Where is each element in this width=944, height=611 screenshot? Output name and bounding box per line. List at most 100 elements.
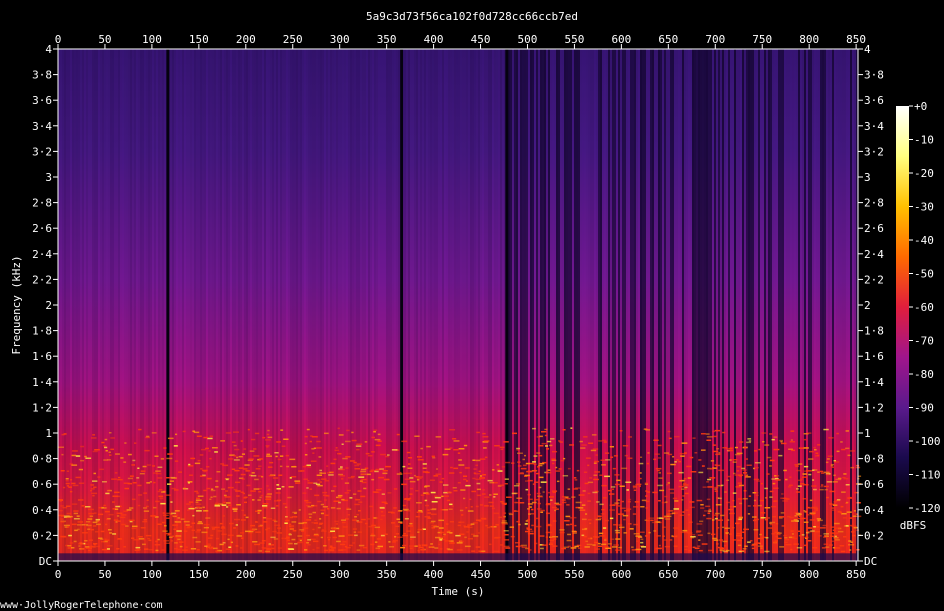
colorbar-tick-label: -90 — [914, 402, 934, 415]
x-tick-label-top: 700 — [705, 33, 725, 46]
x-tick-label-bottom: 250 — [283, 568, 303, 581]
y-tick-label-right: DC — [864, 555, 877, 568]
x-tick-label-bottom: 150 — [189, 568, 209, 581]
x-tick-label-bottom: 300 — [330, 568, 350, 581]
chart-title: 5a9c3d73f56ca102f0d728cc66ccb7ed — [366, 10, 578, 23]
x-tick-label-top: 200 — [236, 33, 256, 46]
colorbar-tick-label: -80 — [914, 368, 934, 381]
y-tick-label-left: 1·4 — [32, 376, 52, 389]
colorbar — [896, 106, 909, 508]
y-tick-label-right: 1·2 — [864, 401, 884, 414]
spectrogram-texture — [58, 49, 858, 561]
x-tick-label-top: 250 — [283, 33, 303, 46]
y-tick-label-right: 3·4 — [864, 120, 884, 133]
x-tick-label-top: 450 — [471, 33, 491, 46]
y-tick-label-left: 4 — [45, 43, 52, 56]
x-tick-label-bottom: 800 — [799, 568, 819, 581]
x-tick-label-top: 400 — [424, 33, 444, 46]
x-tick-label-bottom: 350 — [377, 568, 397, 581]
y-tick-label-left: DC — [39, 555, 52, 568]
spectrogram-plot-area — [58, 49, 862, 561]
y-tick-label-left: 3·6 — [32, 94, 52, 107]
y-tick-label-right: 3·2 — [864, 145, 884, 158]
colorbar-tick-label: -100 — [914, 435, 941, 448]
y-tick-label-right: 1 — [864, 427, 871, 440]
colorbar-tick-label: -60 — [914, 301, 934, 314]
colorbar-label: dBFS — [900, 519, 927, 532]
y-tick-label-right: 2·8 — [864, 197, 884, 210]
y-tick-label-left: 0·4 — [32, 504, 52, 517]
x-tick-label-bottom: 500 — [518, 568, 538, 581]
y-tick-label-left: 3·4 — [32, 120, 52, 133]
colorbar-tick-label: -50 — [914, 268, 934, 281]
colorbar-tick-label: -70 — [914, 335, 934, 348]
y-tick-label-right: 3 — [864, 171, 871, 184]
y-tick-label-right: 1·4 — [864, 376, 884, 389]
y-tick-label-right: 3·8 — [864, 69, 884, 82]
x-tick-label-top: 550 — [564, 33, 584, 46]
y-tick-label-left: 0·2 — [32, 529, 52, 542]
x-tick-label-top: 650 — [658, 33, 678, 46]
colorbar-tick-label: -10 — [914, 134, 934, 147]
x-tick-label-bottom: 550 — [564, 568, 584, 581]
y-tick-label-left: 2·2 — [32, 273, 52, 286]
y-tick-label-right: 0·6 — [864, 478, 884, 491]
x-tick-label-top: 500 — [518, 33, 538, 46]
colorbar-ticks: +0 -10 -20 -30 -40 -50 -60 -70 -80 -90 -100 -110 -12… — [909, 100, 941, 515]
x-tick-label-bottom: 100 — [142, 568, 162, 581]
y-tick-label-left: 0·6 — [32, 478, 52, 491]
y-tick-label-right: 0·2 — [864, 529, 884, 542]
x-tick-label-bottom: 600 — [611, 568, 631, 581]
y-axis-right: DC 0·2 0·4 0·6 0·8 1 1·2 1·4 1·6 1·8 2 2·2 2·4 2·6 2·8… — [858, 43, 884, 568]
y-tick-label-left: 2·6 — [32, 222, 52, 235]
y-tick-label-left: 3 — [45, 171, 52, 184]
y-tick-label-right: 3·6 — [864, 94, 884, 107]
y-tick-label-right: 4 — [864, 43, 871, 56]
colorbar-tick-label: -20 — [914, 167, 934, 180]
y-tick-label-left: 1·2 — [32, 401, 52, 414]
x-tick-label-top: 50 — [98, 33, 111, 46]
y-tick-label-right: 2·4 — [864, 248, 884, 261]
y-axis-left: DC 0·2 0·4 0·6 0·8 1 1·2 1·4 1·6 1·8 2 2·2 2·4 2·6 2·8… — [32, 43, 58, 568]
x-tick-label-bottom: 850 — [846, 568, 866, 581]
spectrogram-chart: 5a9c3d73f56ca102f0d728cc66ccb7ed 0 50 100 1… — [0, 10, 941, 611]
x-tick-label-bottom: 750 — [752, 568, 772, 581]
y-tick-label-left: 3·8 — [32, 69, 52, 82]
x-tick-label-top: 150 — [189, 33, 209, 46]
x-tick-label-top: 300 — [330, 33, 350, 46]
x-tick-label-top: 100 — [142, 33, 162, 46]
x-tick-label-bottom: 200 — [236, 568, 256, 581]
x-tick-label-top: 600 — [611, 33, 631, 46]
x-tick-label-top: 350 — [377, 33, 397, 46]
y-tick-label-right: 0·4 — [864, 504, 884, 517]
y-tick-label-right: 0·8 — [864, 453, 884, 466]
y-tick-label-left: 1 — [45, 427, 52, 440]
y-tick-label-right: 2·6 — [864, 222, 884, 235]
y-tick-label-right: 2 — [864, 299, 871, 312]
y-tick-label-left: 2·4 — [32, 248, 52, 261]
y-axis-label: Frequency (kHz) — [10, 255, 23, 354]
x-tick-label-top: 750 — [752, 33, 772, 46]
x-axis-bottom: 0 50 100 150 200 250 300 350 400 450 500 550 600 650 7… — [55, 561, 866, 581]
x-tick-label-bottom: 650 — [658, 568, 678, 581]
colorbar-tick-label: -110 — [914, 469, 941, 482]
x-tick-label-bottom: 50 — [98, 568, 111, 581]
colorbar-tick-label: -40 — [914, 234, 934, 247]
y-tick-label-right: 2·2 — [864, 273, 884, 286]
y-tick-label-left: 2 — [45, 299, 52, 312]
colorbar-tick-label: -30 — [914, 201, 934, 214]
x-tick-label-bottom: 0 — [55, 568, 62, 581]
y-tick-label-left: 2·8 — [32, 197, 52, 210]
x-tick-label-top: 800 — [799, 33, 819, 46]
y-tick-label-left: 3·2 — [32, 145, 52, 158]
x-tick-label-bottom: 700 — [705, 568, 725, 581]
x-axis-top: 0 50 100 150 200 250 300 350 400 450 500 550 600 650 7… — [55, 33, 866, 49]
x-tick-label-bottom: 400 — [424, 568, 444, 581]
y-tick-label-left: 1·6 — [32, 350, 52, 363]
x-axis-label: Time (s) — [432, 585, 485, 598]
x-tick-label-top: 0 — [55, 33, 62, 46]
colorbar-tick-label: +0 — [914, 100, 927, 113]
footer-credit: www·JollyRogerTelephone·com — [0, 600, 163, 611]
y-tick-label-left: 1·8 — [32, 325, 52, 338]
y-tick-label-right: 1·8 — [864, 325, 884, 338]
